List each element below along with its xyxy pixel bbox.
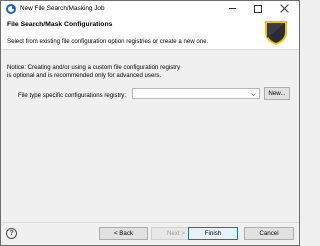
- window-title: New File Search/Masking Job: [20, 5, 105, 12]
- page-title: File Search/Mask Configurations: [7, 21, 113, 28]
- back-button[interactable]: < Back: [99, 227, 148, 240]
- app-icon: [6, 4, 16, 14]
- wizard-header: File Search/Mask Configurations Select f…: [1, 16, 299, 50]
- cancel-button[interactable]: Cancel: [244, 227, 294, 240]
- close-icon: [280, 4, 289, 13]
- wizard-content: Notice: Creating and/or using a custom f…: [1, 50, 299, 222]
- maximize-button[interactable]: [245, 1, 271, 16]
- help-icon[interactable]: ?: [6, 228, 17, 239]
- page-description: Select from existing file configuration …: [7, 38, 209, 45]
- chevron-down-icon: [251, 93, 256, 96]
- title-bar: New File Search/Masking Job: [1, 1, 299, 16]
- maximize-icon: [254, 4, 262, 13]
- finish-button[interactable]: Finish: [188, 227, 238, 240]
- minimize-button[interactable]: [219, 1, 245, 16]
- wizard-window: New File Search/Masking Job File Search/…: [0, 0, 300, 246]
- shield-icon: [265, 21, 287, 45]
- registry-label: File type specific configurations regist…: [18, 92, 127, 99]
- close-button[interactable]: [271, 1, 297, 16]
- footer-divider: [1, 222, 299, 223]
- notice-line: Notice: Creating and/or using a custom f…: [7, 64, 181, 71]
- minimize-icon: [228, 8, 236, 9]
- notice-text: Notice: Creating and/or using a custom f…: [7, 64, 180, 79]
- registry-select[interactable]: [132, 88, 260, 99]
- notice-line: is optional and is recommended only for …: [7, 71, 162, 79]
- new-registry-button[interactable]: New...: [264, 87, 290, 100]
